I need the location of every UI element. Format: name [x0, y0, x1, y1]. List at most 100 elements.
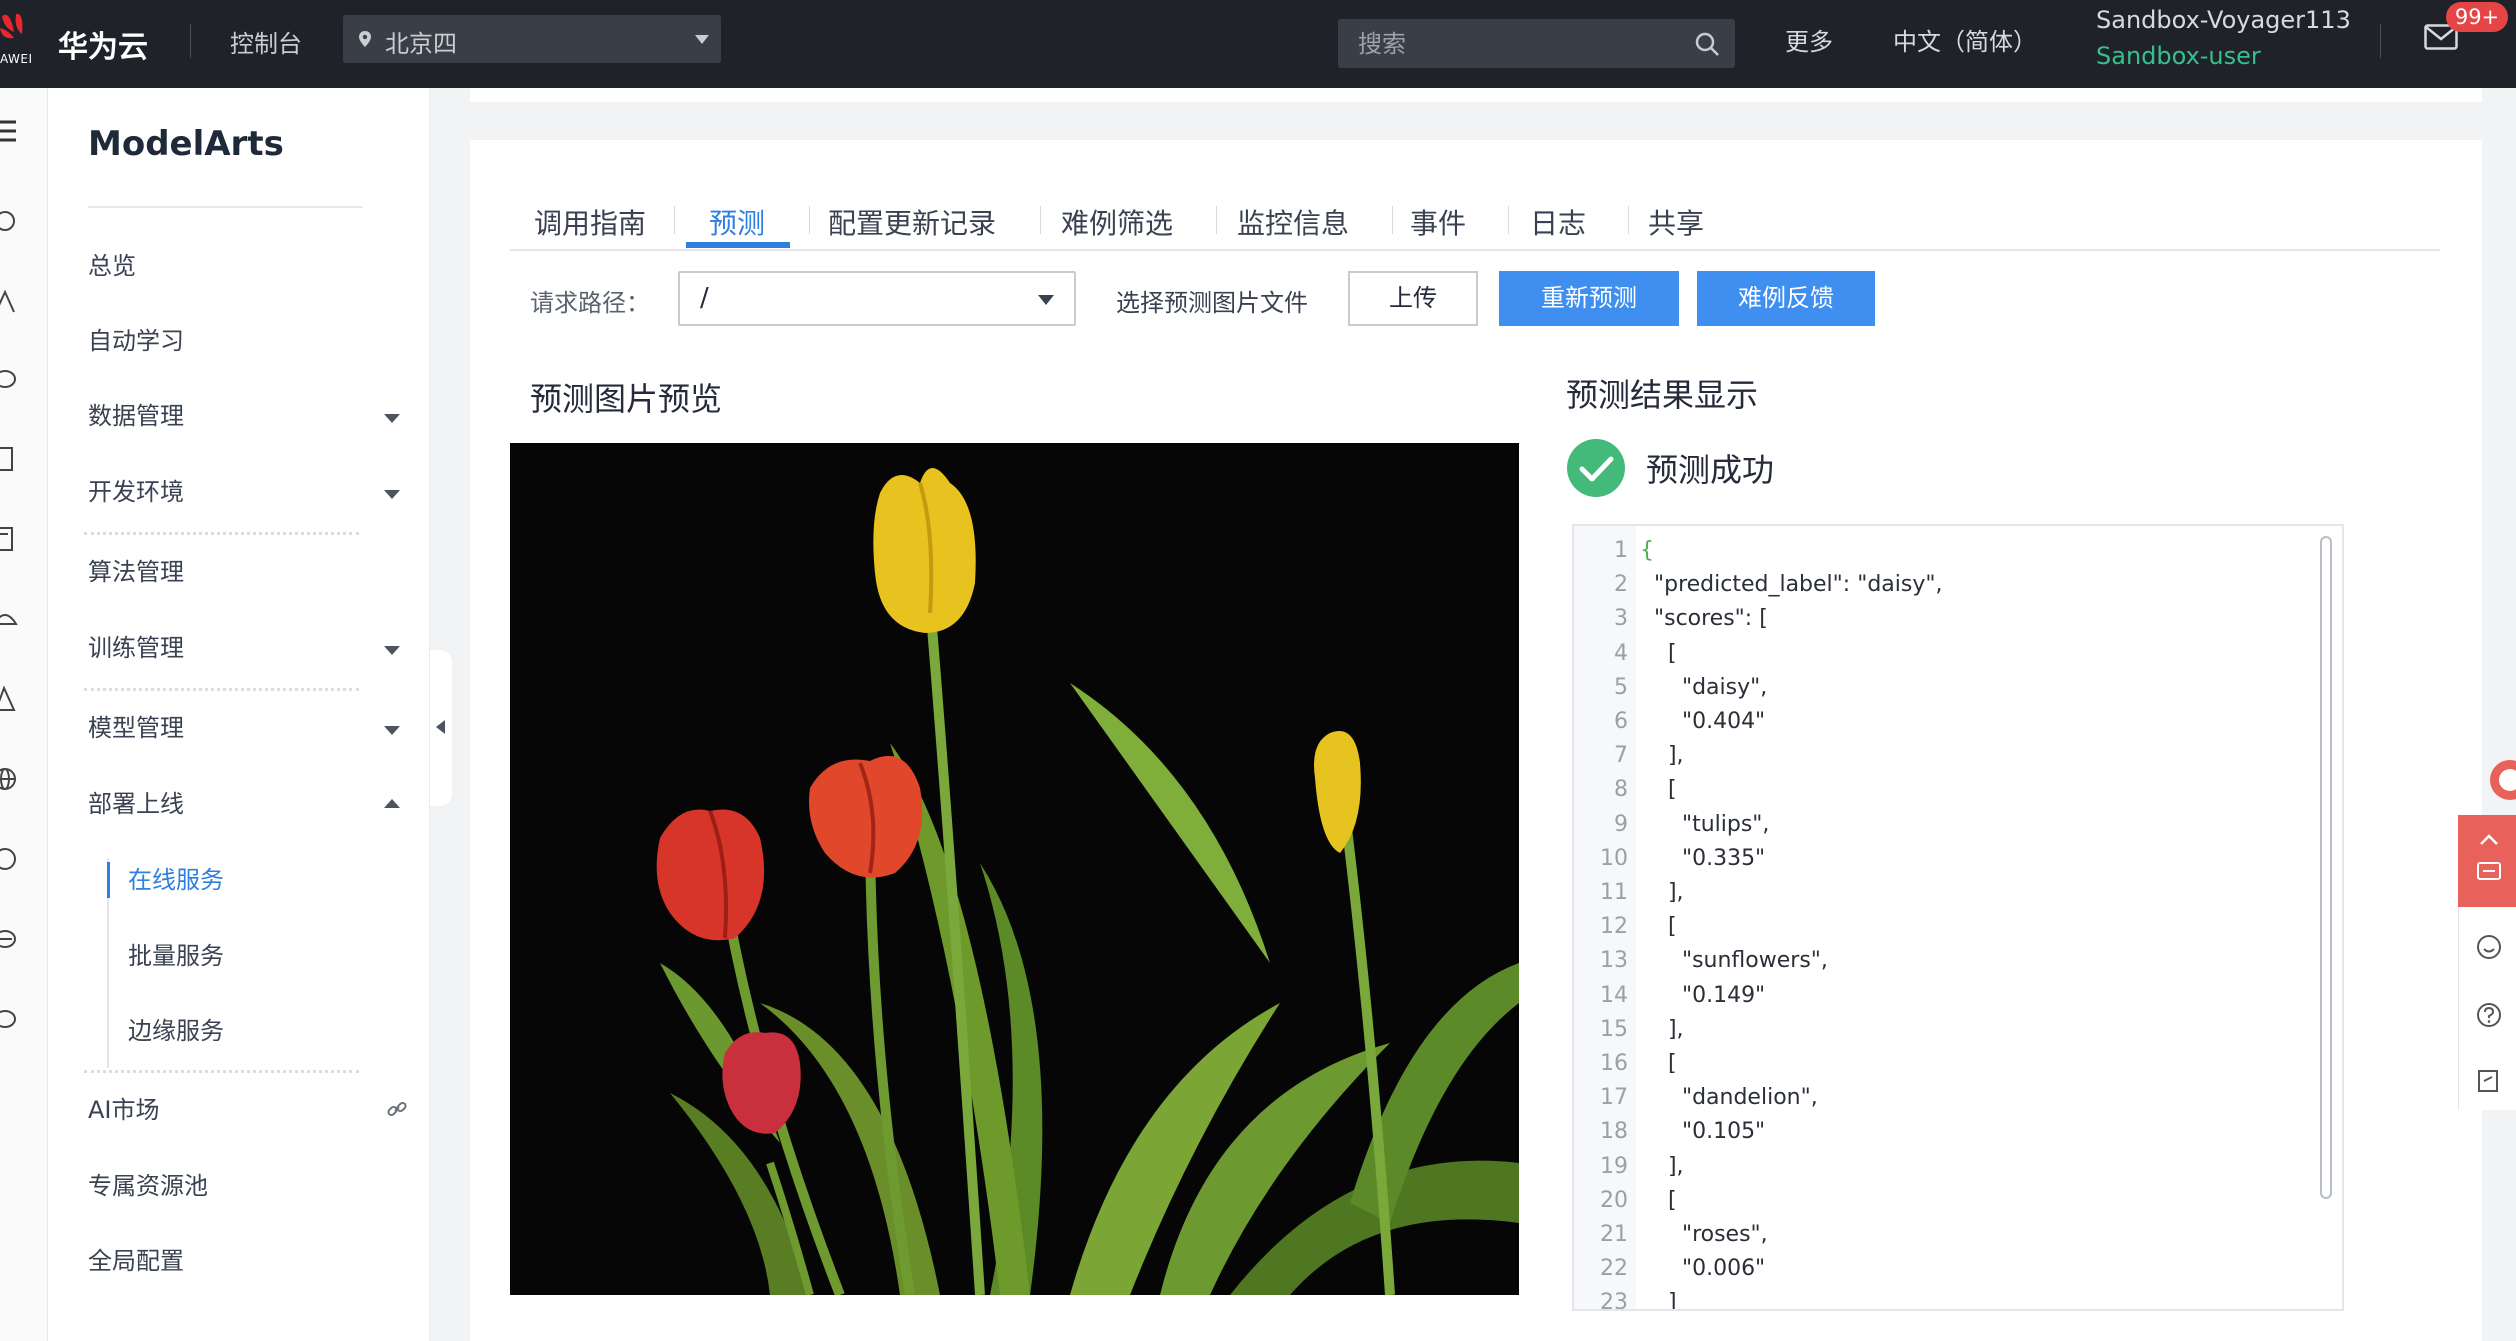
tab-usage-guide[interactable]: 调用指南 — [534, 202, 646, 242]
scrollbar-thumb[interactable] — [2320, 536, 2332, 1199]
line-number: 8 — [1614, 777, 1628, 803]
prediction-status: 预测成功 — [1646, 451, 1775, 489]
sidebar-item-global-config[interactable]: 全局配置 — [88, 1241, 418, 1281]
code-line: { — [1640, 538, 1654, 563]
data-icon[interactable] — [0, 364, 20, 394]
sidebar-collapse-handle[interactable] — [430, 650, 452, 806]
notification-badge[interactable]: 99+ — [2446, 2, 2508, 32]
line-number: 13 — [1600, 948, 1628, 974]
divider — [1216, 206, 1217, 234]
active-indicator — [107, 862, 110, 898]
overview-icon[interactable] — [0, 206, 20, 236]
divider — [84, 532, 359, 535]
auto-learning-icon[interactable] — [0, 286, 20, 316]
link-icon[interactable] — [386, 1098, 408, 1120]
sidebar-item-dev-environment[interactable]: 开发环境 — [88, 472, 418, 512]
line-number: 2 — [1614, 572, 1628, 598]
sidebar-item-model-management[interactable]: 模型管理 — [88, 708, 418, 748]
model-icon[interactable] — [0, 684, 20, 714]
sidebar-item-overview[interactable]: 总览 — [88, 246, 418, 286]
active-tab-indicator — [686, 242, 790, 248]
resource-pool-icon[interactable] — [0, 924, 20, 954]
search-box — [1338, 19, 1735, 68]
algorithm-icon[interactable] — [0, 524, 20, 554]
chevron-down-icon[interactable] — [384, 726, 400, 735]
code-line: ], — [1640, 1016, 1684, 1042]
line-number: 17 — [1600, 1085, 1628, 1111]
training-icon[interactable] — [0, 604, 20, 634]
tab-config-history[interactable]: 配置更新记录 — [828, 202, 996, 242]
chevron-down-icon[interactable] — [384, 490, 400, 499]
globe-icon[interactable] — [0, 764, 20, 794]
sidebar-item-auto-learning[interactable]: 自动学习 — [88, 321, 418, 361]
line-number: 7 — [1614, 743, 1628, 769]
more-menu[interactable]: 更多 — [1785, 22, 1833, 57]
tab-predict[interactable]: 预测 — [709, 202, 765, 242]
code-line: ], — [1640, 880, 1684, 905]
sidebar-item-training-management[interactable]: 训练管理 — [88, 628, 418, 668]
code-line: "daisy", — [1640, 674, 1768, 700]
language-selector[interactable]: 中文（简体） — [1893, 22, 2037, 57]
assistant-icon[interactable] — [2484, 752, 2516, 804]
line-number: 14 — [1600, 982, 1628, 1008]
sidebar-item-data-management[interactable]: 数据管理 — [88, 396, 418, 436]
account-user[interactable]: Sandbox-user — [2096, 42, 2261, 70]
prediction-result-viewer[interactable]: 1 2 3 4 5 6 7 8 9 10 11 12 13 14 15 16 17 18 19 20 21 22 23{ "… — [1572, 524, 2344, 1311]
chevron-down-icon[interactable] — [384, 414, 400, 423]
settings-icon[interactable] — [0, 1004, 20, 1034]
chat-icon[interactable] — [2474, 858, 2504, 888]
line-number: 19 — [1600, 1153, 1628, 1179]
line-number: 15 — [1600, 1016, 1628, 1042]
tab-bar: 调用指南 预测 配置更新记录 难例筛选 监控信息 事件 日志 共享 — [510, 190, 2440, 250]
upload-button[interactable]: 上传 — [1348, 271, 1478, 326]
code-line: [ — [1640, 914, 1677, 940]
line-number: 3 — [1614, 606, 1628, 632]
code-line: [ — [1640, 1187, 1677, 1213]
account-name[interactable]: Sandbox-Voyager113 — [2096, 6, 2351, 34]
chevron-down-icon[interactable] — [384, 646, 400, 655]
market-icon[interactable] — [0, 844, 20, 874]
line-number: 10 — [1600, 845, 1628, 871]
notebook-icon[interactable] — [0, 444, 20, 474]
huawei-logo-icon[interactable] — [0, 10, 30, 54]
smile-icon[interactable] — [2474, 932, 2504, 962]
request-path-select[interactable]: / — [678, 271, 1076, 326]
code-line: "roses", — [1640, 1222, 1768, 1247]
tab-logs[interactable]: 日志 — [1530, 202, 1586, 242]
sidebar-item-algorithm-management[interactable]: 算法管理 — [88, 552, 418, 592]
code-line: [ — [1640, 777, 1677, 803]
region-selector[interactable]: 北京四 — [343, 15, 721, 63]
sidebar-item-deployment[interactable]: 部署上线 — [88, 784, 418, 824]
sidebar-item-ai-market[interactable]: AI市场 — [88, 1090, 418, 1130]
divider — [1040, 206, 1041, 234]
divider — [809, 206, 810, 234]
menu-icon[interactable] — [0, 116, 20, 146]
tab-share[interactable]: 共享 — [1648, 202, 1704, 242]
tulip-photo — [510, 443, 1519, 1295]
help-icon[interactable] — [2474, 1000, 2504, 1030]
code-line: ], — [1640, 1153, 1684, 1179]
code-line: "0.105" — [1640, 1119, 1766, 1145]
line-number: 12 — [1600, 914, 1628, 940]
hard-example-feedback-button[interactable]: 难例反馈 — [1697, 271, 1875, 326]
code-line: "0.149" — [1640, 982, 1766, 1008]
search-icon[interactable] — [1693, 30, 1721, 58]
repredict-button[interactable]: 重新预测 — [1499, 271, 1679, 326]
header-strip — [470, 88, 2482, 102]
sidebar-item-dedicated-pool[interactable]: 专属资源池 — [88, 1166, 418, 1206]
brand-name[interactable]: 华为云 — [58, 22, 148, 66]
feedback-edit-icon[interactable] — [2474, 1066, 2504, 1096]
tab-monitoring[interactable]: 监控信息 — [1237, 202, 1349, 242]
chevron-up-icon[interactable] — [2474, 826, 2504, 856]
tab-events[interactable]: 事件 — [1410, 202, 1466, 242]
sidebar-subitem-online-service[interactable]: 在线服务 — [128, 860, 224, 900]
code-line: "tulips", — [1640, 811, 1770, 837]
console-link[interactable]: 控制台 — [230, 24, 302, 59]
sidebar-subitem-batch-service[interactable]: 批量服务 — [128, 936, 224, 976]
sidebar-subitem-edge-service[interactable]: 边缘服务 — [128, 1011, 224, 1051]
chevron-up-icon[interactable] — [384, 799, 400, 808]
tab-hard-example[interactable]: 难例筛选 — [1061, 202, 1173, 242]
code-line: [ — [1640, 1051, 1677, 1076]
search-input[interactable] — [1338, 19, 1678, 68]
check-circle-icon — [1567, 439, 1625, 497]
